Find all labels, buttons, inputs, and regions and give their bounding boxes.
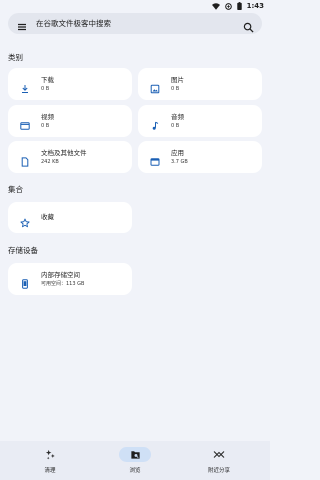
sparkle-icon [45,445,56,464]
status-time: 1:43 [246,2,264,10]
category-card-images[interactable]: 图片 0 B [138,68,262,100]
category-card-apps[interactable]: 应用 3.7 GB [138,141,262,173]
category-card-audio[interactable]: 音频 0 B [138,105,262,137]
video-icon [20,116,30,130]
category-title: 应用 [171,148,184,157]
storage-card-internal[interactable]: 内部存储空间 可用空间：113 GB [8,263,132,295]
nav-item-clean[interactable]: 清理 [30,447,70,474]
browse-icon [130,445,141,464]
app-icon [150,152,160,166]
category-size: 0 B [41,85,50,92]
download-icon [20,79,30,93]
category-title: 下载 [41,75,54,84]
category-card-videos[interactable]: 视频 0 B [8,105,132,137]
star-icon [20,213,30,227]
section-title-collections: 集合 [8,185,23,194]
storage-title: 内部存储空间 [41,270,80,279]
category-size: 0 B [171,85,180,92]
nav-label: 清理 [44,468,56,474]
search-bar[interactable]: 在谷歌文件极客中搜索 [8,13,262,34]
bottom-navigation: 清理 浏览 附近分享 [0,441,270,480]
category-size: 0 B [171,122,180,129]
phone-icon [20,274,30,289]
category-title: 视频 [41,112,54,121]
music-icon [150,116,160,130]
nav-label: 附近分享 [207,468,230,474]
storage-free-space: 可用空间：113 GB [41,280,85,287]
category-size: 0 B [41,122,50,129]
nearby-share-icon [213,445,225,464]
search-input[interactable]: 在谷歌文件极客中搜索 [36,18,243,29]
category-title: 音频 [171,112,184,121]
category-size: 242 KB [41,158,59,165]
status-bar: 1:43 [0,0,270,12]
collection-title: 收藏 [41,213,54,221]
category-card-documents[interactable]: 文档及其他文件 242 KB [8,141,132,173]
category-title: 文档及其他文件 [41,148,87,157]
nav-pill-active [119,447,151,462]
search-icon[interactable] [243,18,254,33]
category-card-downloads[interactable]: 下载 0 B [8,68,132,100]
section-title-storage: 存储设备 [8,246,38,255]
document-icon [20,152,30,167]
category-size: 3.7 GB [171,158,188,165]
section-title-categories: 类别 [8,53,23,62]
nav-label: 浏览 [129,468,141,474]
wifi-icon [211,2,220,10]
category-title: 图片 [171,75,184,84]
nav-item-browse[interactable]: 浏览 [115,447,155,474]
image-icon [150,79,160,94]
nav-item-nearby-share[interactable]: 附近分享 [199,447,239,474]
menu-icon[interactable] [16,18,28,30]
nav-pill [203,447,235,462]
collection-card-favorites[interactable]: 收藏 [8,202,132,233]
battery-saver-icon [224,2,232,10]
nav-pill [34,447,66,462]
battery-icon [236,2,242,10]
